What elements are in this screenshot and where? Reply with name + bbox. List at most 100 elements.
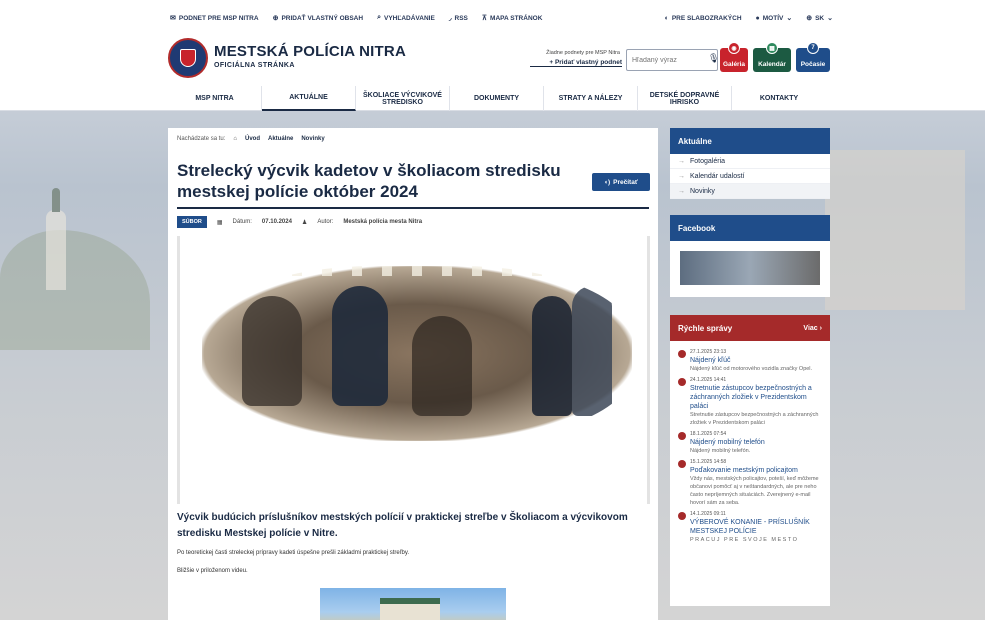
news-item[interactable]: 18.1.2025 07:54 Nájdený mobilný telefón … [678,431,824,455]
sidebar-item-label: Fotogaléria [690,157,726,165]
calendar-icon: ▦ [216,219,223,226]
sidebar-item-fotogaleria[interactable]: → Fotogaléria [670,154,830,169]
breadcrumb-prefix: Nachádzate sa tu: [177,136,226,142]
globe-icon: ⊕ [806,15,813,22]
sidebar-item-label: Kalendár udalostí [690,172,745,180]
nav-straty-a-nalezy[interactable]: STRATY A NÁLEZY [544,86,638,111]
article-paragraph: Po teoretickej časti streleckej prípravy… [177,550,410,556]
read-aloud-button[interactable]: ◖) Prečítať [592,173,650,191]
camera-icon: ◉ [728,42,740,54]
site-subtitle: OFICIÁLNA STRÁNKA [214,62,295,69]
sidebar: Aktuálne → Fotogaléria → Kalendár udalostí… [670,128,830,614]
nav-msp-nitra[interactable]: MSP NITRA [168,86,262,111]
photo-figure [572,286,612,416]
sidebar-quick-news: Rýchle správy Viac › 27.1.2025 23:13 Náj… [670,315,830,606]
article-date: 07.10.2024 [261,219,292,225]
gallery-button[interactable]: ◉ Galéria [720,42,748,72]
util-rss-link[interactable]: ◞ RSS [448,14,468,23]
chevron-down-icon: ⌄ [827,15,833,22]
util-search-link[interactable]: ⌕ VYHĽADÁVANIE [377,14,435,22]
file-tag[interactable]: SÚBOR [177,216,207,228]
bullet-dot [678,350,686,358]
accessibility-icon: ◐ [664,14,669,22]
background-building [825,150,965,310]
util-label: PRIDAŤ VLASTNÝ OBSAH [281,14,364,22]
news-title[interactable]: VÝBEROVÉ KONANIE - PRÍSLUŠNÍK MESTSKEJ P… [690,518,824,536]
article-paragraph: Bližšie v priloženom videu. [177,568,248,574]
article-photo-frame [177,236,650,504]
news-item[interactable]: 15.1.2025 14:58 Poďakovanie mestským pol… [678,459,824,507]
calendar-icon: ▦ [766,42,778,54]
article-author: Mestská polícia mesta Nitra [343,219,423,225]
news-date: 15.1.2025 14:58 [690,459,727,465]
news-item[interactable]: 14.1.2025 09:11 VÝBEROVÉ KONANIE - PRÍSL… [678,511,824,544]
nav-dokumenty[interactable]: DOKUMENTY [450,86,544,111]
sidebar-item-kalendar[interactable]: → Kalendár udalostí [670,169,830,184]
site-title[interactable]: MESTSKÁ POLÍCIA NITRA [214,43,406,60]
calendar-button[interactable]: ▦ Kalendár [753,42,791,72]
video-thumbnail[interactable] [320,588,506,620]
util-label: MAPA STRÁNOK [490,14,543,22]
sidebar-facebook: Facebook Mestská polícia Nitra [670,215,830,297]
nav-aktualne[interactable]: AKTUÁLNE [262,86,356,111]
breadcrumb-aktualne[interactable]: Aktuálne [268,136,293,142]
article-lead: Výcvik budúcich príslušníkov mestských p… [177,512,628,539]
user-icon: ♟ [301,219,308,226]
news-desc: Stretnutie zástupcov bezpečnostných a zá… [690,412,819,426]
ceiling-lights [262,266,582,276]
rss-icon: ◞ [448,15,452,22]
quick-news-more-link[interactable]: Viac › [803,325,822,332]
weather-badge: 7 [807,42,819,54]
util-label: PODNET PRE MSP NITRA [178,14,259,22]
util-label: RSS [454,14,468,22]
util-theme-dropdown[interactable]: ● MOTÍV ⌄ [755,14,793,23]
nav-kontakty[interactable]: KONTAKTY [732,86,826,111]
news-title[interactable]: Poďakovanie mestským policajtom [690,466,824,475]
shooting-training-photo[interactable] [202,266,632,441]
background-tower [46,188,66,290]
breadcrumb-uvod[interactable]: Úvod [245,136,260,142]
news-title[interactable]: Stretnutie zástupcov bezpečnostných a zá… [690,384,824,411]
background-trees [0,230,150,350]
nav-skoliace-stredisko[interactable]: ŠKOLIACE VÝCVIKOVÉ STREDISKO [356,86,450,111]
chevron-right-icon: → [678,172,685,180]
breadcrumb-novinky[interactable]: Novinky [301,136,324,142]
news-date: 24.1.2025 14:41 [690,377,727,383]
news-caps: PRACUJ PRE SVOJE MESTO [690,537,799,543]
util-language-dropdown[interactable]: ⊕ SK ⌄ [806,14,833,23]
util-accessibility-link[interactable]: ◐ PRE SLABOZRAKÝCH [665,14,742,22]
util-add-content-link[interactable]: ⊕ PRIDAŤ VLASTNÝ OBSAH [272,14,364,23]
photo-figure [242,296,302,406]
nav-detske-ihrisko[interactable]: DETSKÉ DOPRAVNÉ IHRISKO [638,86,732,111]
speaker-icon: ◖) [604,178,611,186]
video-building [380,598,440,620]
add-report-link[interactable]: + Pridať vlastný podnet [530,59,622,67]
microphone-icon[interactable]: 🎙 [708,53,719,64]
facebook-widget[interactable]: Mestská polícia Nitra [670,241,830,297]
bullet-dot [678,460,686,468]
calendar-label: Kalendár [758,61,786,68]
util-label: SK [815,14,825,22]
gallery-label: Galéria [722,61,746,68]
palette-icon: ● [755,14,760,22]
util-report-link[interactable]: ✉ PODNET PRE MSP NITRA [170,14,259,23]
news-title[interactable]: Nájdený mobilný telefón [690,438,824,447]
news-item[interactable]: 24.1.2025 14:41 Stretnutie zástupcov bez… [678,377,824,427]
city-police-logo[interactable] [168,38,208,78]
envelope-icon: ✉ [170,15,176,22]
date-label: Dátum: [232,219,252,225]
search-input[interactable] [626,49,718,71]
quick-news-list: 27.1.2025 23:13 Nájdený kľúč Nájdený kľú… [670,341,830,606]
article-card: Nachádzate sa tu: ⌂ Úvod Aktuálne Novink… [168,128,658,620]
news-item[interactable]: 27.1.2025 23:13 Nájdený kľúč Nájdený kľú… [678,349,824,373]
news-title[interactable]: Nájdený kľúč [690,356,824,365]
sidebar-item-novinky[interactable]: → Novinky [670,184,830,199]
sitemap-icon: ⊼ [481,15,488,22]
bullet-dot [678,512,686,520]
util-sitemap-link[interactable]: ⊼ MAPA STRÁNOK [481,14,543,23]
plus-circle-icon: ⊕ [272,15,279,22]
weather-button[interactable]: 7 Počasie [796,42,830,72]
shield-icon [180,49,196,67]
home-icon: ⌂ [233,136,237,142]
quick-news-title: Rýchle správy [678,323,733,333]
